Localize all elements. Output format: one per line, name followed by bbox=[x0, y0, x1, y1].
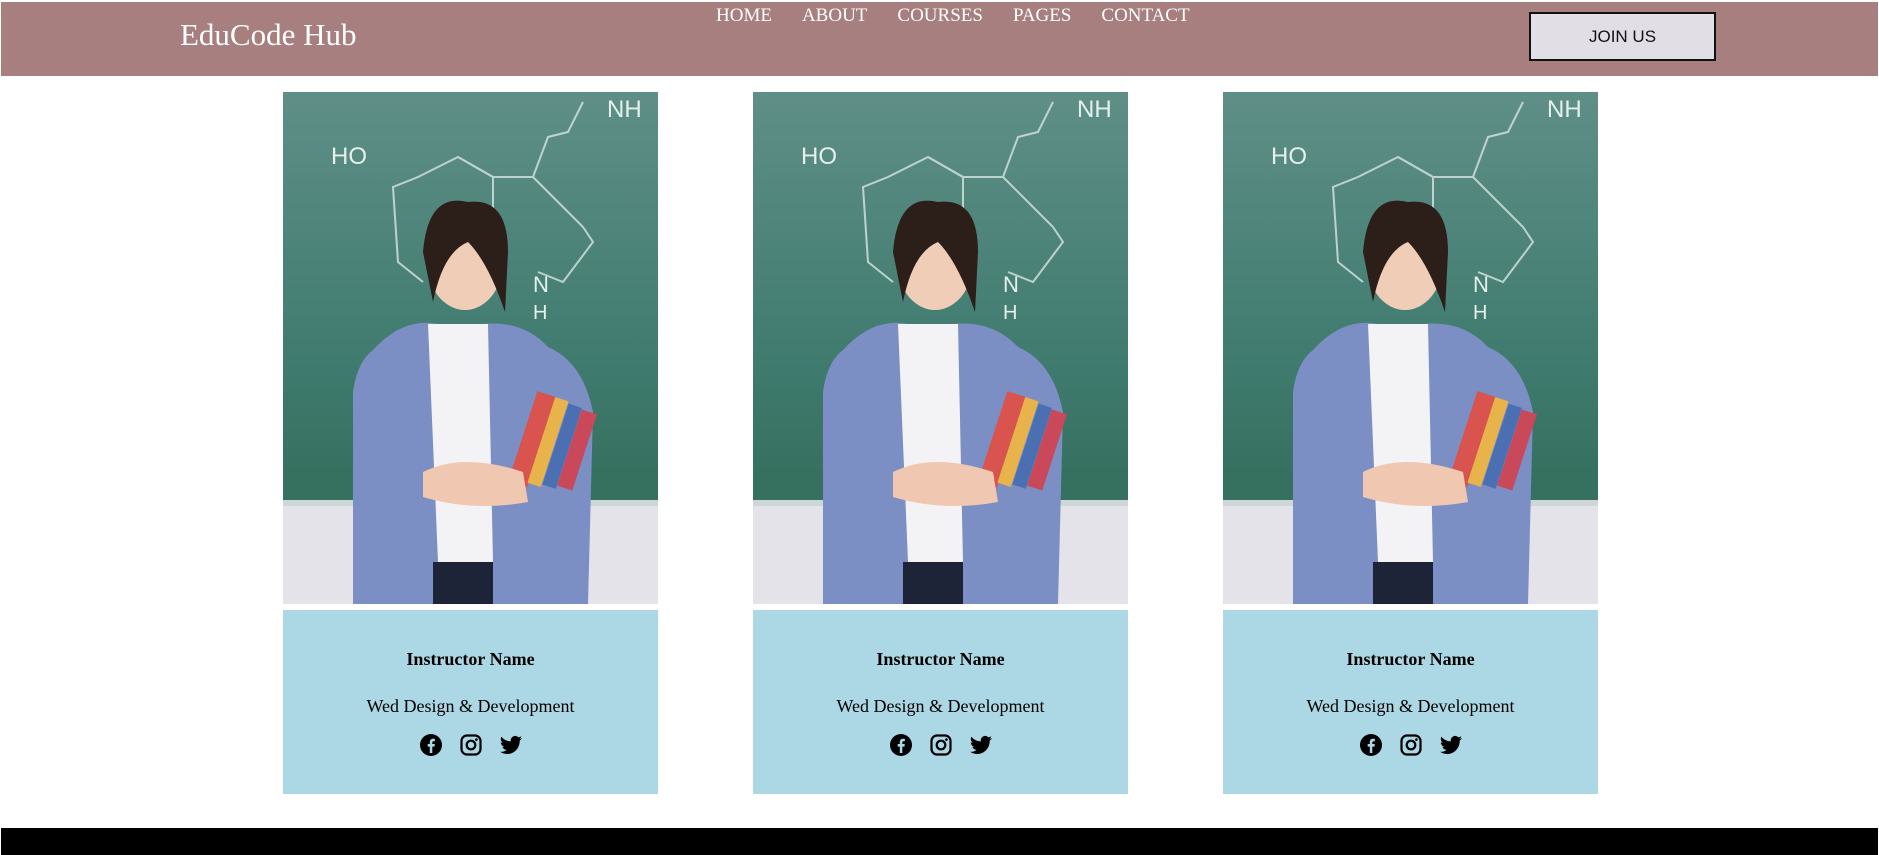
svg-text:N: N bbox=[533, 272, 549, 297]
facebook-icon[interactable] bbox=[1359, 733, 1383, 757]
twitter-icon[interactable] bbox=[1439, 733, 1463, 757]
main-nav: HOME ABOUT COURSES PAGES CONTACT bbox=[716, 5, 1190, 27]
site-header: EduCode Hub HOME ABOUT COURSES PAGES CON… bbox=[1, 2, 1878, 76]
instagram-icon[interactable] bbox=[929, 733, 953, 757]
instagram-icon[interactable] bbox=[459, 733, 483, 757]
svg-text:H: H bbox=[1003, 302, 1017, 324]
nav-about-link[interactable]: ABOUT bbox=[802, 5, 867, 27]
instagram-icon[interactable] bbox=[1399, 733, 1423, 757]
svg-text:H: H bbox=[533, 302, 547, 324]
svg-text:NH: NH bbox=[1077, 96, 1112, 123]
svg-text:H: H bbox=[1473, 302, 1487, 324]
social-links bbox=[753, 733, 1128, 757]
svg-text:NH: NH bbox=[1547, 96, 1582, 123]
facebook-icon[interactable] bbox=[419, 733, 443, 757]
twitter-icon[interactable] bbox=[969, 733, 993, 757]
instructor-role: Wed Design & Development bbox=[1306, 696, 1515, 716]
svg-text:N: N bbox=[1473, 272, 1489, 297]
instructor-card: NH HO N H Instructor Name Wed Design & D… bbox=[753, 92, 1128, 794]
instructor-card: NH HO N H Instructor Name Wed Design & D… bbox=[1223, 92, 1598, 794]
svg-text:NH: NH bbox=[607, 96, 642, 123]
social-links bbox=[1223, 733, 1598, 757]
nav-courses-link[interactable]: COURSES bbox=[897, 5, 983, 27]
svg-text:HO: HO bbox=[331, 143, 367, 170]
twitter-icon[interactable] bbox=[499, 733, 523, 757]
instructor-name: Instructor Name bbox=[406, 649, 535, 669]
footer-bar bbox=[1, 828, 1878, 855]
join-us-button[interactable]: JOIN US bbox=[1529, 12, 1716, 61]
svg-text:HO: HO bbox=[801, 143, 837, 170]
instructor-role: Wed Design & Development bbox=[366, 696, 575, 716]
nav-pages-link[interactable]: PAGES bbox=[1013, 5, 1071, 27]
nav-contact-link[interactable]: CONTACT bbox=[1101, 5, 1189, 27]
instructor-photo: NH HO N H bbox=[1223, 92, 1598, 604]
svg-text:N: N bbox=[1003, 272, 1019, 297]
instructor-photo: NH HO N H bbox=[283, 92, 658, 604]
facebook-icon[interactable] bbox=[889, 733, 913, 757]
instructor-info: Instructor Name Wed Design & Development bbox=[283, 610, 658, 794]
instructor-name: Instructor Name bbox=[876, 649, 1005, 669]
instructor-info: Instructor Name Wed Design & Development bbox=[1223, 610, 1598, 794]
instructor-role: Wed Design & Development bbox=[836, 696, 1045, 716]
instructor-card: NH HO N H Instructor Name Wed Design & D… bbox=[283, 92, 658, 794]
instructor-info: Instructor Name Wed Design & Development bbox=[753, 610, 1128, 794]
social-links bbox=[283, 733, 658, 757]
instructor-photo: NH HO N H bbox=[753, 92, 1128, 604]
instructor-name: Instructor Name bbox=[1346, 649, 1475, 669]
svg-text:HO: HO bbox=[1271, 143, 1307, 170]
nav-home-link[interactable]: HOME bbox=[716, 5, 772, 27]
brand-logo[interactable]: EduCode Hub bbox=[180, 17, 357, 53]
